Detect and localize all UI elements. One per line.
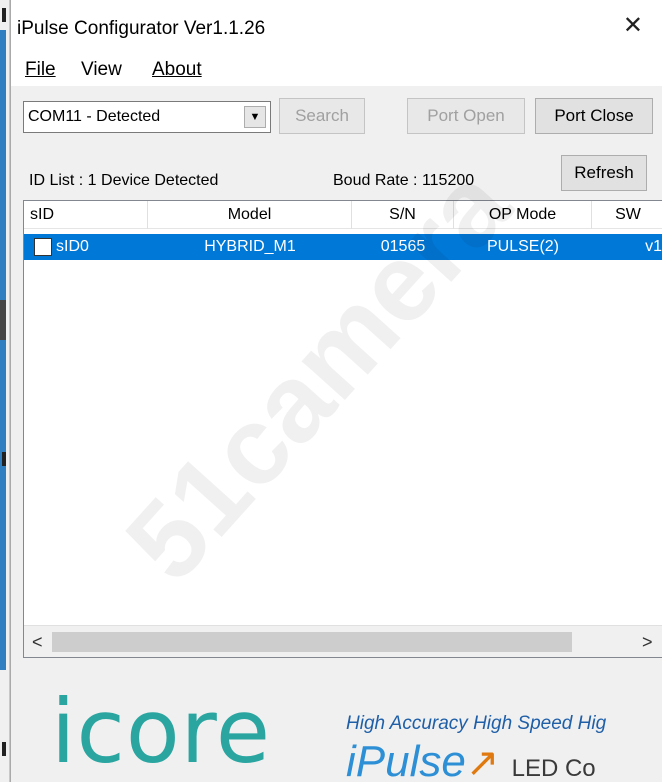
id-list-label: ID List : 1 Device Detected [29, 172, 219, 189]
menu-about[interactable]: About [152, 59, 202, 81]
app-window: iPulse Configurator Ver1.1.26 ✕ File Vie… [10, 0, 662, 782]
menu-file[interactable]: File [25, 59, 56, 81]
menu-about-label: About [152, 59, 202, 80]
column-header-sn[interactable]: S/N [352, 201, 454, 229]
desktop-edge-mark [2, 452, 6, 466]
row-checkbox[interactable] [34, 238, 52, 256]
port-select[interactable]: COM11 - Detected ▼ [23, 101, 271, 133]
arrow-up-icon: ↗ [465, 741, 500, 782]
desktop-edge-mark [2, 8, 6, 22]
product-suffix: LED Co [511, 755, 596, 782]
product-name: iPulse [346, 737, 466, 782]
scroll-left-icon[interactable]: < [32, 632, 43, 653]
menu-bar: File View About [11, 56, 662, 86]
desktop-edge-dark [0, 300, 6, 340]
device-list[interactable]: sID Model S/N OP Mode SW sID0 HYBRID_M1 … [23, 200, 662, 658]
window-title: iPulse Configurator Ver1.1.26 [17, 18, 266, 39]
table-row[interactable]: sID0 HYBRID_M1 01565 PULSE(2) v1 [24, 234, 662, 260]
column-header-model[interactable]: Model [148, 201, 352, 229]
icore-logo: icore [51, 688, 271, 776]
list-header: sID Model S/N OP Mode SW [24, 201, 662, 229]
refresh-button[interactable]: Refresh [561, 155, 647, 191]
scrollbar-thumb[interactable] [52, 632, 572, 652]
port-open-button[interactable]: Port Open [407, 98, 525, 134]
column-header-sw[interactable]: SW [592, 201, 662, 229]
scroll-right-icon[interactable]: > [642, 632, 653, 653]
search-button[interactable]: Search [279, 98, 365, 134]
cell-op-mode: PULSE(2) [486, 238, 560, 255]
menu-view[interactable]: View [81, 59, 122, 81]
ipulse-logo: iPulse↗ LED Co [346, 740, 596, 782]
desktop-edge [0, 0, 10, 782]
menu-file-label: File [25, 59, 56, 80]
title-bar: iPulse Configurator Ver1.1.26 ✕ [11, 0, 662, 58]
baud-rate-label: Boud Rate : 115200 [333, 172, 475, 189]
cell-sid: sID0 [56, 238, 89, 255]
desktop-edge-mark [2, 742, 6, 756]
cell-model: HYBRID_M1 [204, 238, 296, 255]
desktop-edge-strip [0, 30, 6, 670]
logo-text: icore [51, 680, 272, 782]
cell-sw: v1 [645, 238, 662, 255]
port-close-button[interactable]: Port Close [535, 98, 653, 134]
cell-sn: 01565 [380, 238, 426, 255]
close-icon[interactable]: ✕ [623, 14, 643, 38]
chevron-down-icon[interactable]: ▼ [244, 106, 266, 128]
horizontal-scrollbar[interactable]: < > [24, 625, 662, 657]
column-header-sid[interactable]: sID [24, 201, 148, 229]
port-select-value: COM11 - Detected [28, 108, 161, 125]
tagline: High Accuracy High Speed Hig [346, 713, 607, 734]
column-header-op-mode[interactable]: OP Mode [454, 201, 592, 229]
